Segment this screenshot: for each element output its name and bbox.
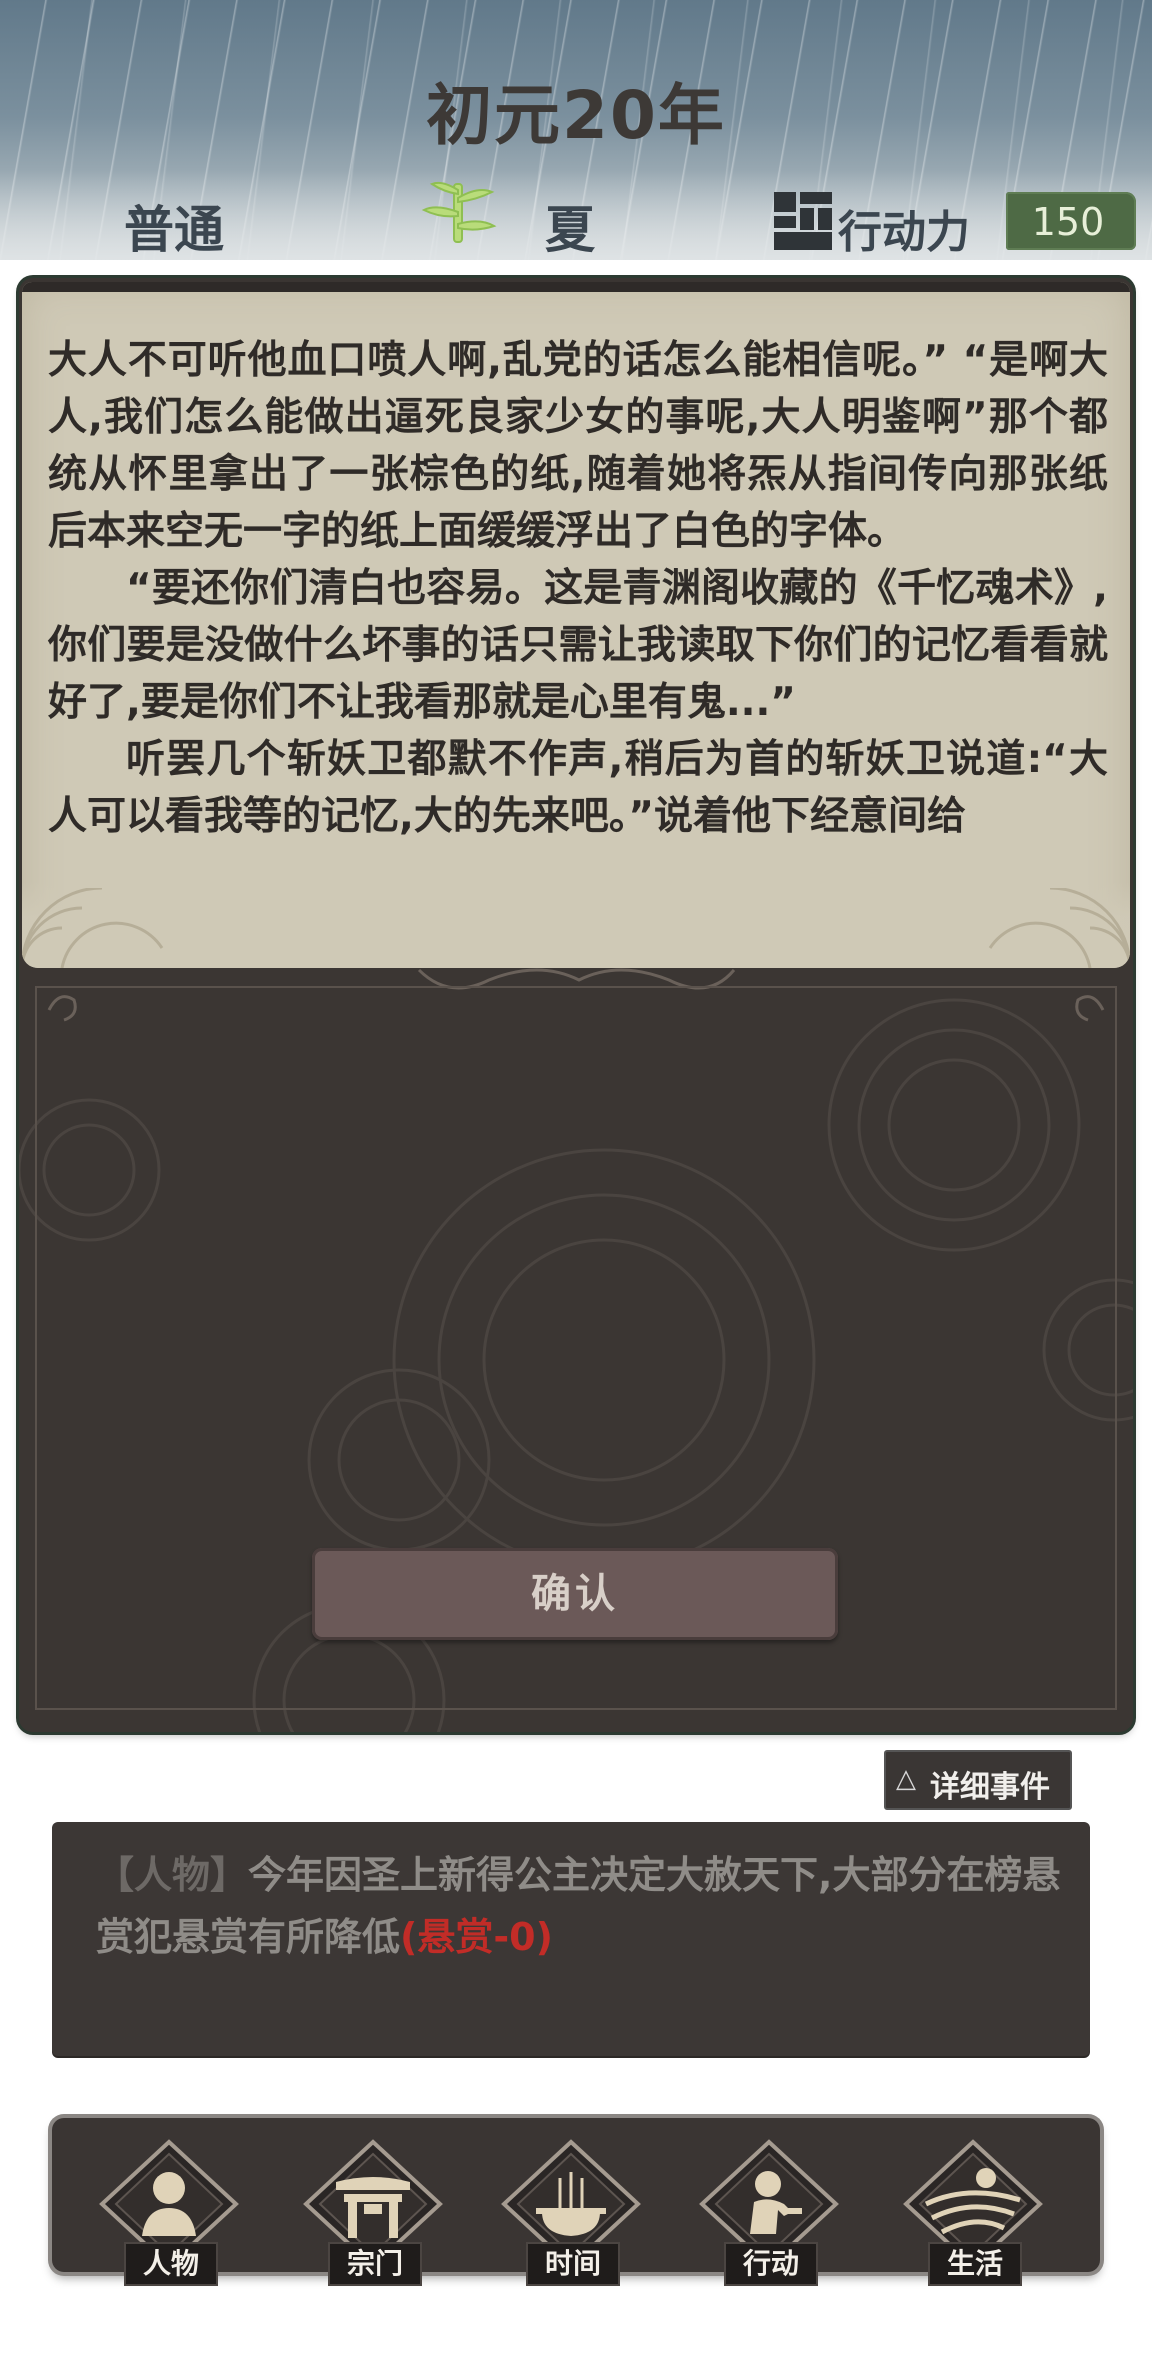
action-points-label: 行动力 [838,207,970,258]
life-landscape-icon [903,2139,1043,2248]
incense-time-icon [501,2139,641,2248]
nav-character-label: 人物 [124,2242,218,2286]
bamboo-season-icon [421,181,497,243]
story-paragraph: “要还你们清白也容易。这是青渊阁收藏的《千忆魂术》,你们要是没做什么坏事的话只需… [48,566,1108,725]
cloud-corner-left-icon [22,888,164,968]
difficulty-label: 普通 [124,201,224,259]
season-label: 夏 [545,201,595,259]
log-tag: 【人物】 [96,1853,249,1897]
action-points-badge: 150 [1006,192,1136,250]
sect-gate-icon [303,2139,443,2248]
nav-life-button[interactable]: 生活 [898,2138,1048,2286]
story-text: 大人不可听他血口喷人啊,乱党的话怎么能相信呢。” “是啊大人,我们怎么能做出逼死… [48,332,1108,845]
detail-events-label: 详细事件 [930,1770,1050,1805]
cloud-corner-right-icon [988,888,1130,968]
action-figure-icon [699,2139,839,2248]
log-bounty-change: (悬赏-0) [400,1915,553,1959]
nav-action-label: 行动 [724,2242,818,2286]
story-paragraph: 听罢几个斩妖卫都默不作声,稍后为首的斩妖卫说道:“大人可以看我等的记忆,大的先来… [48,737,1108,839]
year-title: 初元20年 [426,77,726,154]
story-fade-overlay [22,882,1130,968]
game-screen: 初元20年 普通 夏 行动力 150 大人不可听他血口喷人啊,乱党的话怎么能相信… [0,0,1152,2376]
nav-character-button[interactable]: 人物 [94,2138,244,2286]
nav-time-label: 时间 [526,2242,620,2286]
nav-time-button[interactable]: 时间 [496,2138,646,2286]
nav-action-button[interactable]: 行动 [694,2138,844,2286]
confirm-button[interactable]: 确认 [312,1548,838,1640]
action-points-icon [774,192,832,250]
event-log-text: 【人物】今年因圣上新得公主决定大赦天下,大部分在榜悬赏犯悬赏有所降低(悬赏-0) [96,1844,1066,1968]
detail-events-button[interactable]: △ 详细事件 [884,1750,1072,1810]
bottom-nav: 人物 宗门 时间 行动 生活 [52,2118,1100,2286]
story-paragraph: 大人不可听他血口喷人啊,乱党的话怎么能相信呢。” “是啊大人,我们怎么能做出逼死… [48,338,1108,554]
story-parchment[interactable]: 大人不可听他血口喷人啊,乱党的话怎么能相信呢。” “是啊大人,我们怎么能做出逼死… [22,282,1130,968]
status-header: 初元20年 普通 夏 行动力 150 [0,0,1152,260]
action-points-value: 150 [1031,200,1105,244]
nav-sect-label: 宗门 [328,2242,422,2286]
nav-sect-button[interactable]: 宗门 [298,2138,448,2286]
event-log-panel: 【人物】今年因圣上新得公主决定大赦天下,大部分在榜悬赏犯悬赏有所降低(悬赏-0) [52,1822,1090,2056]
nav-life-label: 生活 [928,2242,1022,2286]
triangle-up-icon: △ [896,1764,916,1794]
character-icon [99,2139,239,2248]
parchment-top-edge [22,282,1130,292]
